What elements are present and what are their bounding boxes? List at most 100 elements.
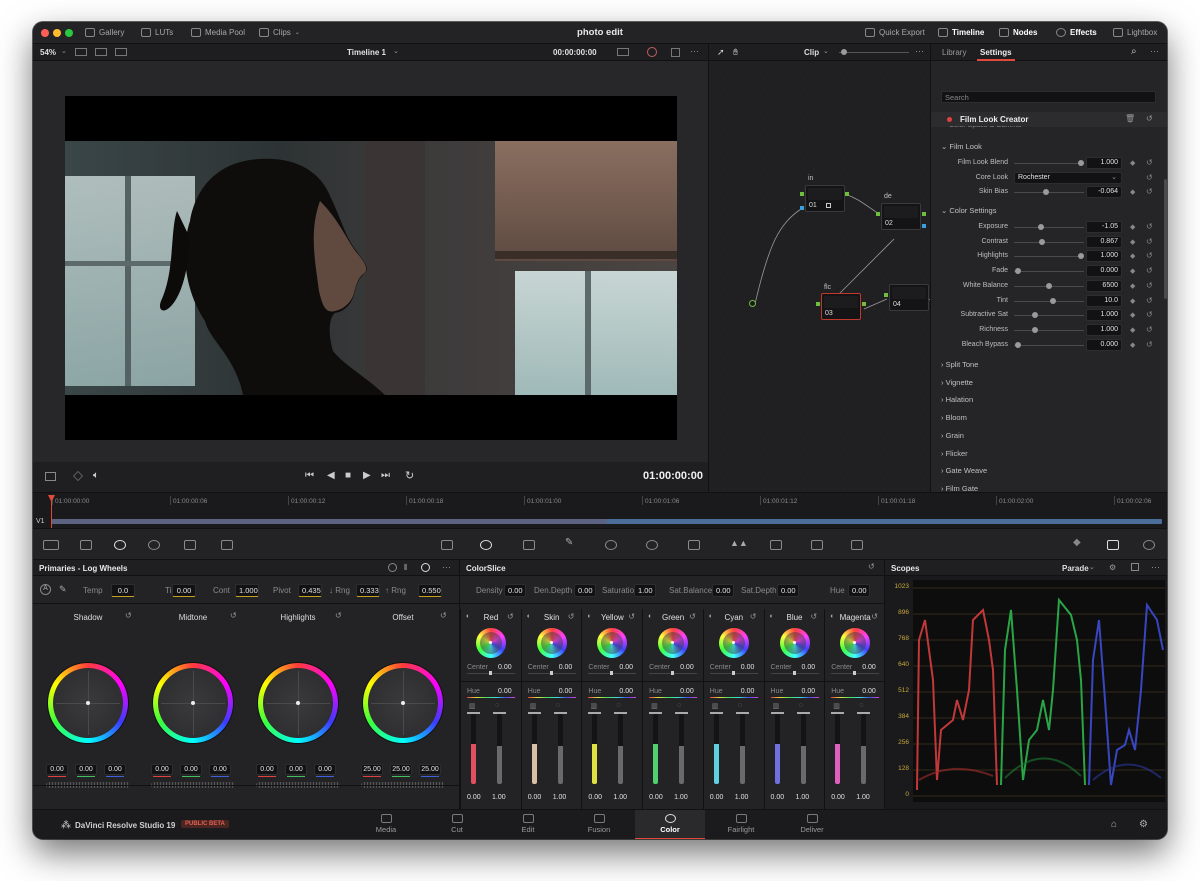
vector-wheel[interactable] [536, 628, 567, 658]
reset-icon[interactable]: ↺ [1146, 251, 1153, 260]
center-slider-knob[interactable] [731, 671, 735, 675]
tab-settings[interactable]: Settings [980, 48, 1012, 57]
setting-slider-track[interactable] [1014, 329, 1084, 331]
center-slider-knob[interactable] [853, 671, 857, 675]
saturation-bar[interactable] [861, 714, 867, 784]
mini-timeline[interactable]: 01:00:00:00 01:00:00:06 01:00:00:12 01:00:0… [33, 492, 1167, 529]
hue-value[interactable]: 0.00 [619, 688, 633, 695]
keyframe-icon[interactable]: ◆ [1130, 297, 1135, 305]
reset-icon[interactable]: ↺ [1146, 340, 1153, 349]
colorslice-control-field[interactable]: 0.00 [712, 584, 734, 597]
quick-export-button[interactable]: Quick Export [865, 28, 925, 37]
keyframe-icon[interactable]: ◆ [1130, 311, 1135, 319]
more-options-icon[interactable]: ··· [442, 562, 451, 572]
node-03-output[interactable] [862, 302, 866, 306]
node-03[interactable]: 03 [821, 293, 861, 320]
trash-icon[interactable]: 🗑︎ [1125, 114, 1135, 123]
viewer-mode-icon[interactable] [45, 472, 56, 481]
chevron-down-icon[interactable]: ⌄ [1089, 563, 1095, 571]
density-bar[interactable] [653, 714, 659, 784]
setting-value-field[interactable]: 1.000 [1086, 323, 1122, 336]
density-bar[interactable] [531, 714, 537, 784]
reset-icon[interactable]: ↺ [1146, 266, 1153, 275]
keyframe-icon[interactable]: ◆ [1130, 223, 1135, 231]
wheels-mode-icon[interactable] [421, 563, 430, 572]
section-collapsed[interactable]: › Flicker [941, 449, 968, 458]
hue-value[interactable]: 0.00 [862, 688, 876, 695]
setting-value-field[interactable]: 0.000 [1086, 338, 1122, 351]
blur-icon[interactable]: ▲▲ [730, 538, 748, 548]
saturation-bar[interactable] [739, 714, 745, 784]
density-bar[interactable] [713, 714, 719, 784]
reset-icon[interactable]: ↺ [1146, 281, 1153, 290]
setting-slider-knob[interactable] [1014, 268, 1021, 275]
wheel-value-field[interactable]: 0.00 [285, 764, 307, 775]
section-color-settings[interactable]: ⌄ Color Settings [941, 206, 996, 215]
primary-control-field[interactable]: 1.000 [235, 584, 259, 597]
reverse-play-icon[interactable]: ◀︎ [327, 470, 335, 481]
keyframe-icon[interactable]: ◆ [1130, 188, 1135, 196]
reset-icon[interactable]: ↺ [230, 611, 237, 620]
section-film-look[interactable]: ⌄ Film Look [941, 142, 982, 151]
reset-icon[interactable]: ↺ [1146, 296, 1153, 305]
center-slider-knob[interactable] [671, 671, 675, 675]
setting-slider-track[interactable] [1014, 344, 1084, 346]
setting-value-field[interactable]: -0.064 [1086, 186, 1122, 199]
primary-control-field[interactable]: 0.333 [356, 584, 380, 597]
layers-icon[interactable] [73, 471, 83, 481]
reset-icon[interactable]: ↺ [1146, 325, 1153, 334]
page-tab-deliver[interactable]: Deliver [777, 810, 847, 839]
saturation-bar[interactable] [497, 714, 502, 784]
maximize-window-button[interactable] [65, 29, 73, 37]
wheel-value-field[interactable]: 0.00 [151, 764, 173, 775]
scopes-toggle-icon[interactable] [1107, 540, 1119, 550]
setting-slider-knob[interactable] [1032, 326, 1038, 333]
qualifier-icon[interactable]: ✎ [565, 537, 577, 548]
more-options-icon[interactable]: ··· [690, 46, 699, 56]
more-options-icon[interactable]: ··· [1150, 46, 1159, 56]
vector-wheel[interactable] [597, 628, 628, 658]
node-editor[interactable]: ➚ ✋︎ Clip ⌄ ··· in 01 de 02 flc 03 04 [708, 44, 934, 492]
reset-icon[interactable]: ↺ [1146, 114, 1153, 123]
setting-slider-track[interactable] [1014, 256, 1084, 258]
setting-value-field[interactable]: 0.867 [1086, 235, 1122, 248]
expand-icon[interactable] [1131, 563, 1139, 571]
3d-icon[interactable] [851, 540, 863, 550]
fullscreen-icon[interactable] [671, 48, 680, 57]
reset-icon[interactable]: ↺ [1146, 222, 1153, 231]
center-slider-knob[interactable] [792, 671, 796, 675]
saturation-bar[interactable] [557, 714, 563, 784]
wheel-value-field[interactable]: 0.00 [180, 764, 202, 775]
center-value[interactable]: 0.00 [498, 664, 512, 671]
node-04-input[interactable] [884, 293, 888, 297]
info-icon[interactable] [1143, 540, 1155, 550]
vector-wheel[interactable] [658, 628, 689, 658]
loop-icon[interactable]: ↻ [405, 469, 414, 482]
stop-icon[interactable]: ■ [345, 470, 351, 481]
colorslice-control-field[interactable]: 0.00 [777, 584, 799, 597]
center-slider-knob[interactable] [610, 671, 614, 675]
reset-icon[interactable]: ↺ [750, 612, 757, 621]
reset-icon[interactable]: ↺ [125, 611, 132, 620]
camera-raw-icon[interactable] [43, 540, 59, 550]
wheel-value-field[interactable]: 0.00 [314, 764, 336, 775]
wheel-puck[interactable] [86, 701, 90, 705]
window-icon[interactable] [605, 540, 617, 550]
setting-slider-track[interactable] [1014, 227, 1084, 228]
wheel-value-field[interactable]: 25.00 [390, 764, 412, 775]
center-slider-knob[interactable] [489, 671, 492, 675]
primary-control-field[interactable]: 0.0 [111, 584, 135, 597]
page-tab-edit[interactable]: Edit [493, 810, 563, 839]
reset-icon[interactable]: ↺ [507, 612, 514, 621]
setting-slider-track[interactable] [1014, 271, 1084, 273]
saturation-bar[interactable] [679, 714, 685, 784]
close-window-button[interactable] [41, 29, 49, 37]
input-port[interactable] [749, 300, 756, 307]
setting-slider-track[interactable] [1014, 241, 1084, 243]
center-value[interactable]: 0.00 [559, 664, 573, 671]
color-wheel[interactable] [153, 663, 233, 743]
saturation-value[interactable]: 1.00 [613, 794, 627, 801]
setting-value-field[interactable]: 1.000 [1086, 250, 1122, 263]
wheel-value-field[interactable]: 25.00 [361, 764, 383, 775]
setting-slider-track[interactable] [1014, 163, 1084, 164]
